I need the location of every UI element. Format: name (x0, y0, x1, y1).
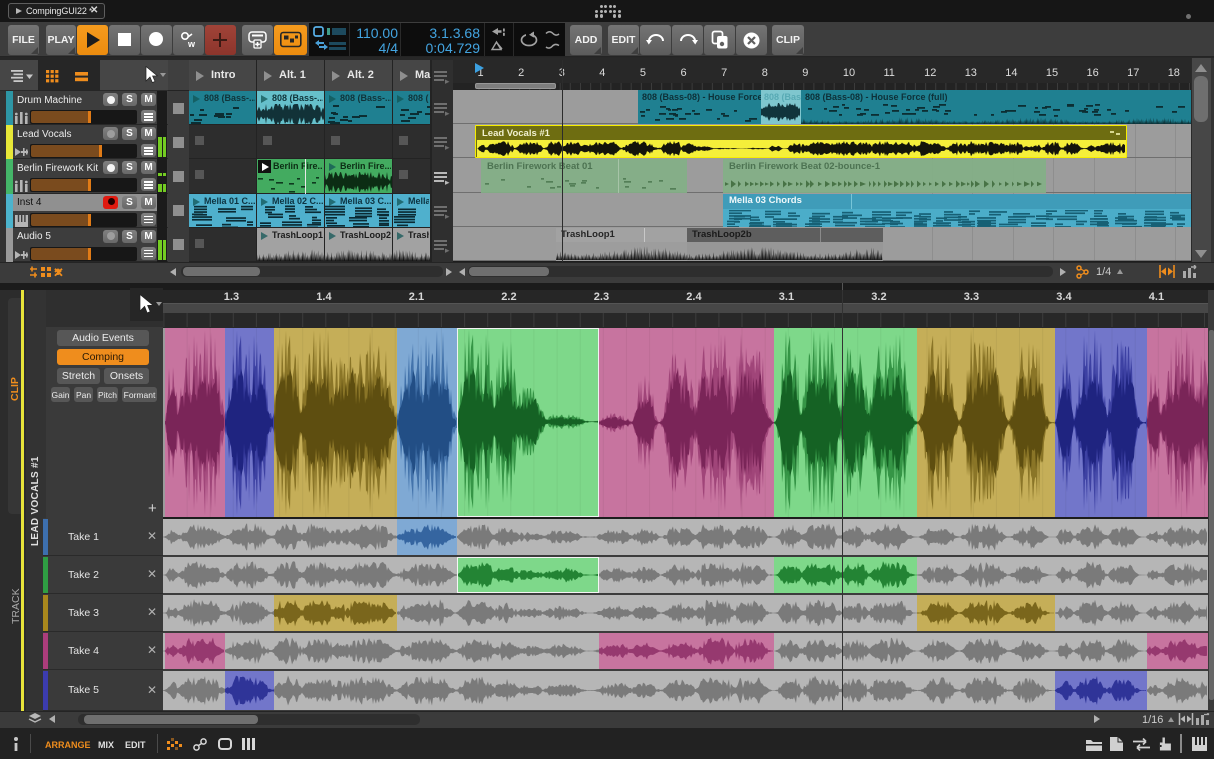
svg-text:w: w (187, 39, 196, 49)
